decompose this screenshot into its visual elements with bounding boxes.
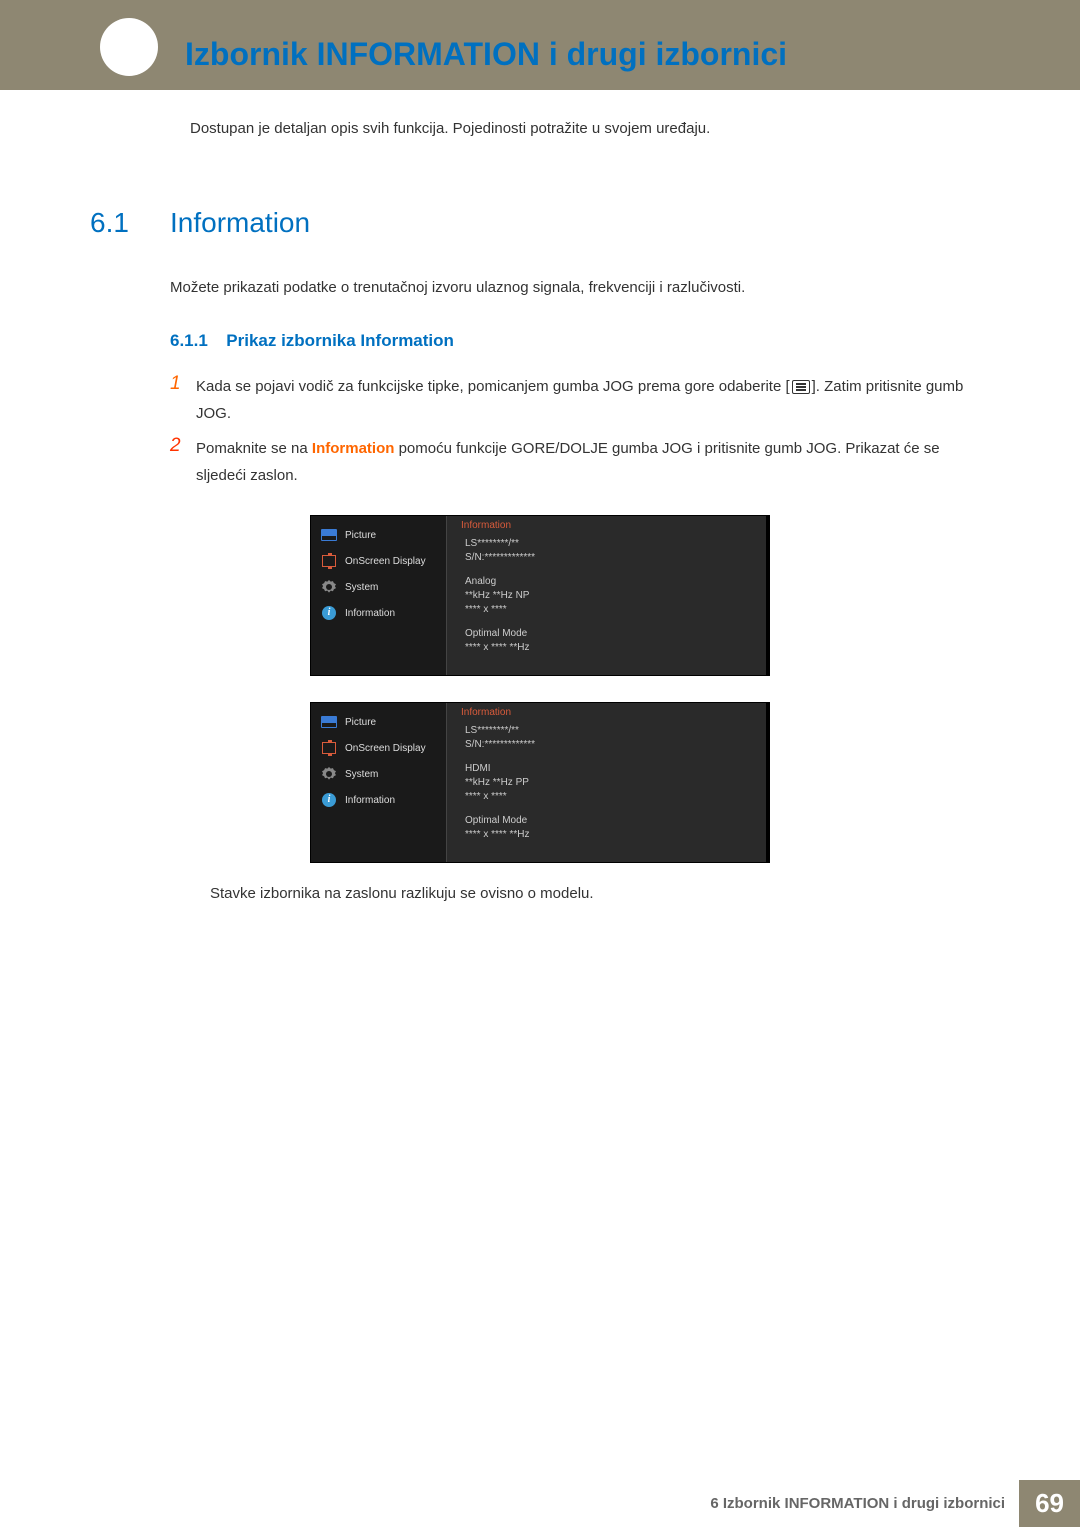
- osd-item-label: OnScreen Display: [345, 743, 426, 754]
- osd-menu-left: Picture OnScreen Display System i Inform…: [311, 703, 446, 862]
- osd-optimal-block: Optimal Mode **** x **** **Hz: [465, 627, 756, 655]
- osd-item-information: i Information: [311, 787, 446, 813]
- osd-item-picture: Picture: [311, 709, 446, 735]
- footer-chapter-text: 6 Izbornik INFORMATION i drugi izbornici: [710, 1495, 1019, 1512]
- intro-text: Dostupan je detaljan opis svih funkcija.…: [190, 120, 990, 137]
- osd-optimal-block: Optimal Mode **** x **** **Hz: [465, 814, 756, 842]
- picture-icon: [321, 715, 337, 729]
- section-number: 6.1: [90, 207, 170, 239]
- osd-freq: **kHz **Hz NP: [465, 589, 756, 603]
- osd-model: LS********/**: [465, 537, 756, 551]
- osd-optimal-label: Optimal Mode: [465, 627, 756, 641]
- osd-item-label: Information: [345, 795, 395, 806]
- osd-item-label: Information: [345, 608, 395, 619]
- section-title: Information: [170, 207, 310, 239]
- osd-item-system: System: [311, 574, 446, 600]
- onscreen-icon: [321, 741, 337, 755]
- osd-screenshot-1: Picture OnScreen Display System i Inform…: [90, 515, 990, 676]
- osd-item-label: OnScreen Display: [345, 556, 426, 567]
- gear-icon: [321, 580, 337, 594]
- picture-icon: [321, 528, 337, 542]
- step-2: 2 Pomaknite se na Information pomoću fun…: [170, 435, 990, 489]
- note-text: Stavke izbornika na zaslonu razlikuju se…: [210, 885, 990, 902]
- page-content: Dostupan je detaljan opis svih funkcija.…: [0, 90, 1080, 902]
- subsection-number: 6.1.1: [170, 331, 208, 351]
- step-number-2: 2: [170, 435, 196, 457]
- onscreen-icon: [321, 554, 337, 568]
- osd-right-title: Information: [461, 707, 756, 718]
- section-description: Možete prikazati podatke o trenutačnoj i…: [170, 279, 990, 296]
- osd-model-block: LS********/** S/N:*************: [465, 537, 756, 565]
- osd-item-label: Picture: [345, 530, 376, 541]
- step-1: 1 Kada se pojavi vodič za funkcijske tip…: [170, 373, 990, 427]
- info-icon: i: [321, 793, 337, 807]
- gear-icon: [321, 767, 337, 781]
- info-icon: i: [321, 606, 337, 620]
- chapter-number-circle: [100, 18, 158, 76]
- osd-serial: S/N:*************: [465, 738, 756, 752]
- osd-panel: Picture OnScreen Display System i Inform…: [310, 702, 770, 863]
- osd-menu-left: Picture OnScreen Display System i Inform…: [311, 516, 446, 675]
- step-1-text-a: Kada se pojavi vodič za funkcijske tipke…: [196, 378, 790, 395]
- osd-panel: Picture OnScreen Display System i Inform…: [310, 515, 770, 676]
- page-footer: 6 Izbornik INFORMATION i drugi izbornici…: [0, 1480, 1080, 1527]
- footer-page-number: 69: [1019, 1480, 1080, 1527]
- section-heading: 6.1 Information: [90, 207, 990, 239]
- osd-item-system: System: [311, 761, 446, 787]
- osd-signal-type: HDMI: [465, 762, 756, 776]
- osd-item-onscreen: OnScreen Display: [311, 735, 446, 761]
- osd-res: **** x ****: [465, 790, 756, 804]
- osd-model: LS********/**: [465, 724, 756, 738]
- step-2-text: Pomaknite se na Information pomoću funkc…: [196, 435, 990, 489]
- osd-item-information: i Information: [311, 600, 446, 626]
- osd-info-panel: Information LS********/** S/N:**********…: [446, 703, 769, 862]
- step-2-text-a: Pomaknite se na: [196, 440, 312, 457]
- osd-freq: **kHz **Hz PP: [465, 776, 756, 790]
- osd-signal-block: HDMI **kHz **Hz PP **** x ****: [465, 762, 756, 804]
- osd-signal-type: Analog: [465, 575, 756, 589]
- osd-info-panel: Information LS********/** S/N:**********…: [446, 516, 769, 675]
- osd-item-label: System: [345, 582, 378, 593]
- chapter-title: Izbornik INFORMATION i drugi izbornici: [185, 36, 787, 73]
- osd-right-title: Information: [461, 520, 756, 531]
- osd-optimal-label: Optimal Mode: [465, 814, 756, 828]
- header-bar: Izbornik INFORMATION i drugi izbornici: [0, 0, 1080, 90]
- osd-res: **** x ****: [465, 603, 756, 617]
- menu-icon: [792, 380, 810, 394]
- osd-serial: S/N:*************: [465, 551, 756, 565]
- osd-screenshot-2: Picture OnScreen Display System i Inform…: [90, 702, 990, 863]
- subsection-heading: 6.1.1 Prikaz izbornika Information: [170, 331, 990, 351]
- osd-item-picture: Picture: [311, 522, 446, 548]
- step-1-text: Kada se pojavi vodič za funkcijske tipke…: [196, 373, 990, 427]
- step-2-highlight: Information: [312, 440, 395, 457]
- osd-optimal-res: **** x **** **Hz: [465, 828, 756, 842]
- step-number-1: 1: [170, 373, 196, 395]
- osd-item-label: Picture: [345, 717, 376, 728]
- osd-model-block: LS********/** S/N:*************: [465, 724, 756, 752]
- osd-signal-block: Analog **kHz **Hz NP **** x ****: [465, 575, 756, 617]
- osd-item-onscreen: OnScreen Display: [311, 548, 446, 574]
- subsection-title: Prikaz izbornika Information: [226, 331, 454, 350]
- osd-optimal-res: **** x **** **Hz: [465, 641, 756, 655]
- osd-item-label: System: [345, 769, 378, 780]
